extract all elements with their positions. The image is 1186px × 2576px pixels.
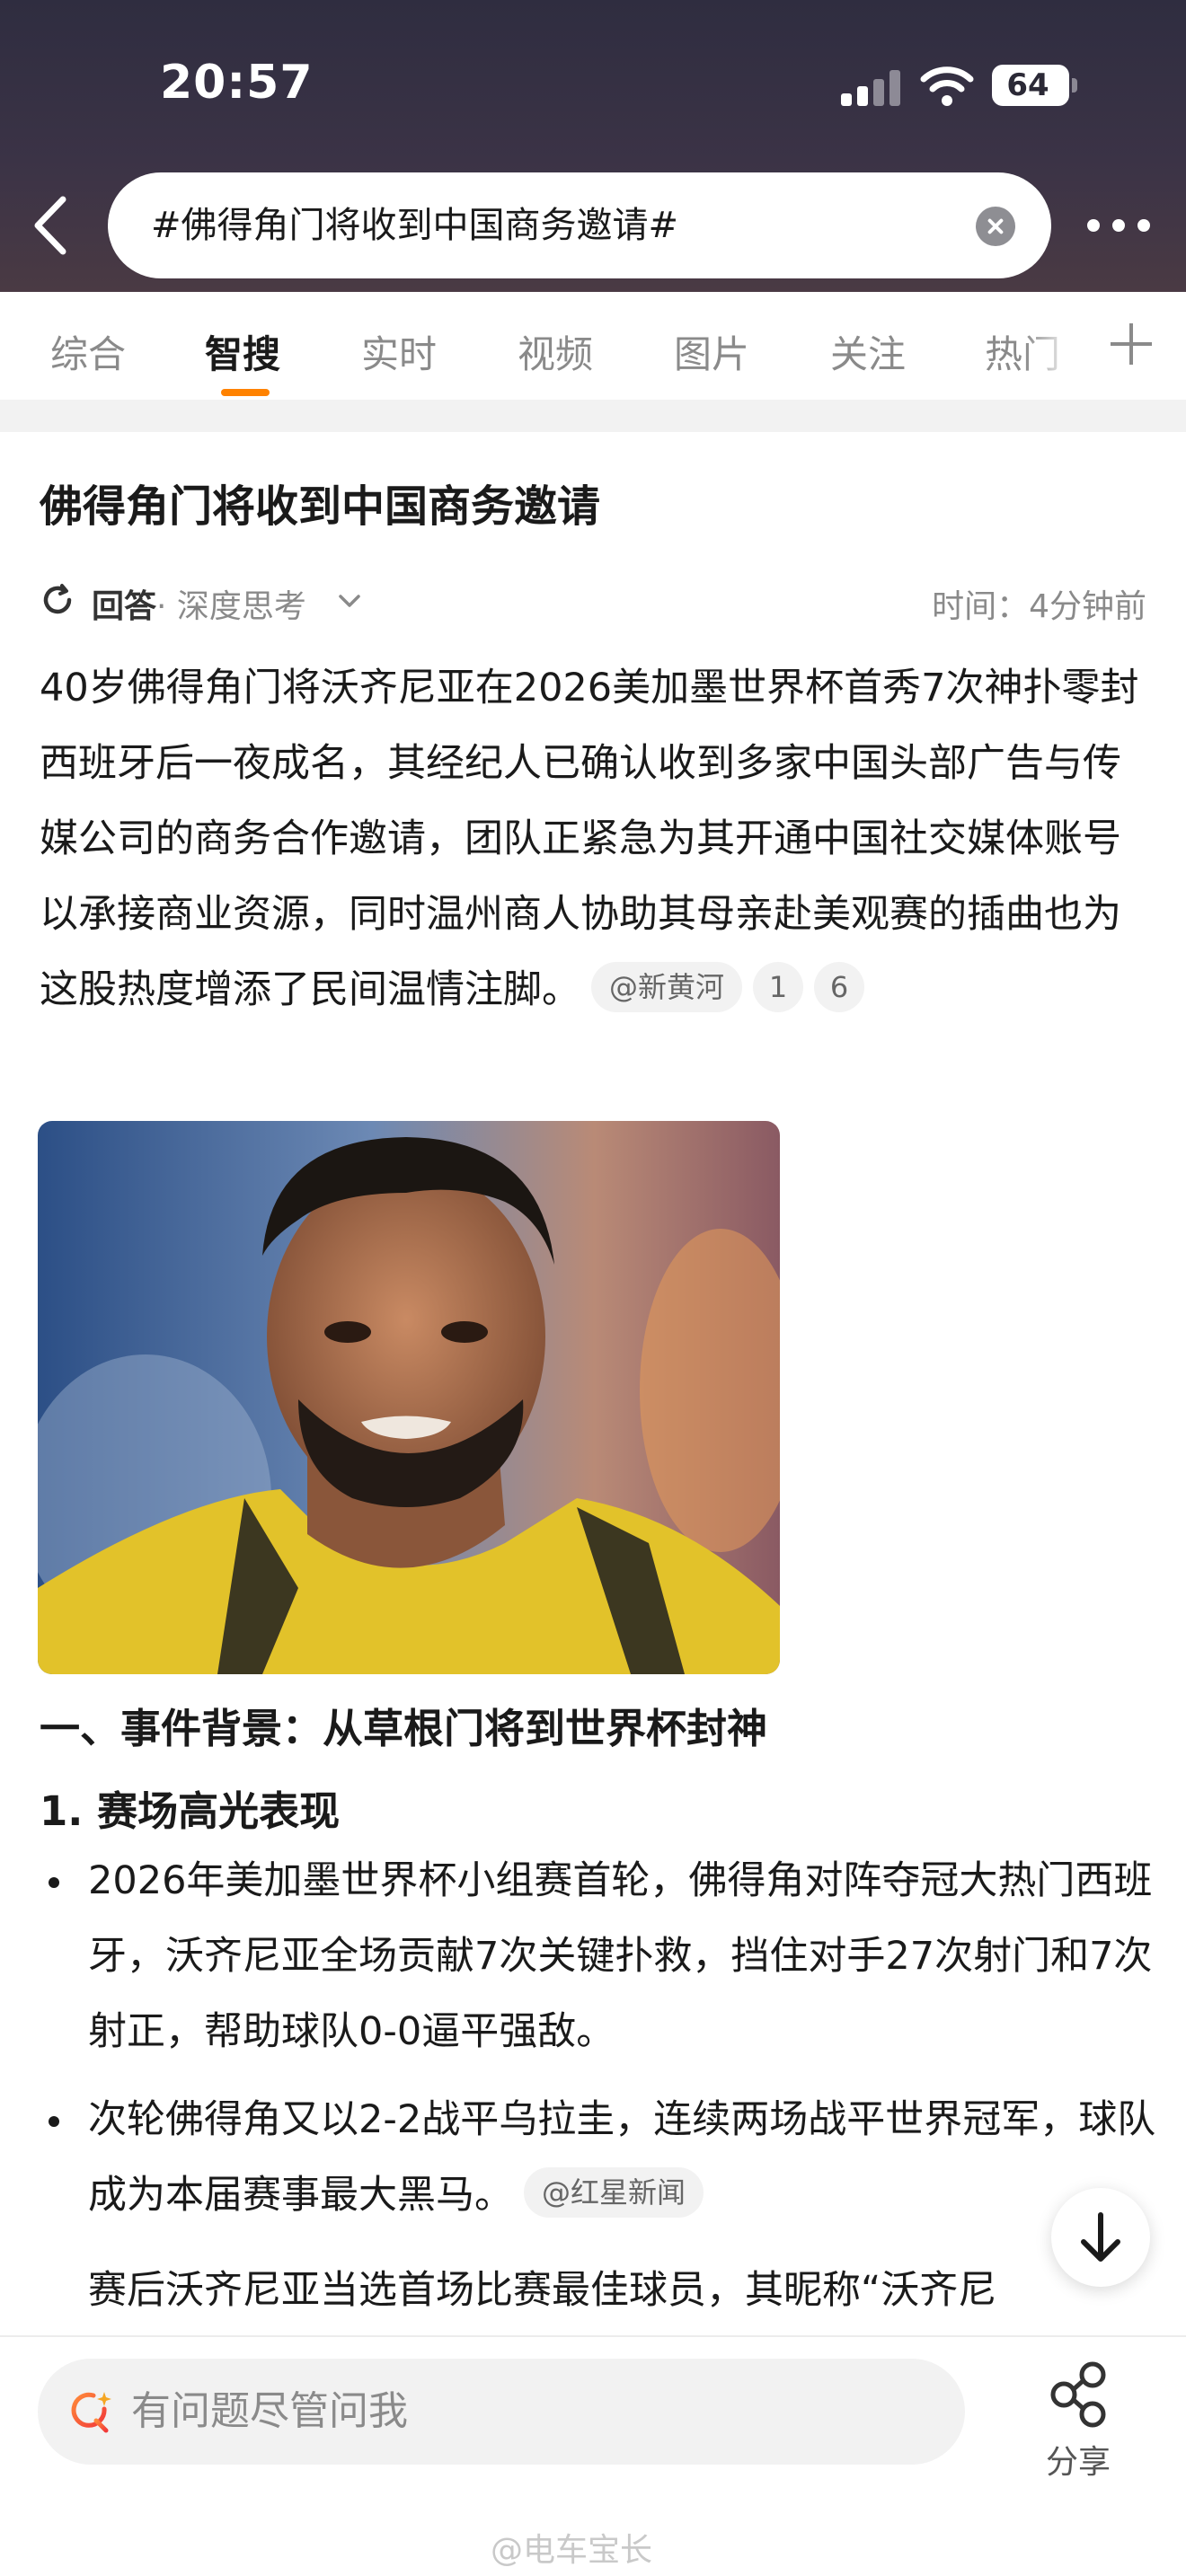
list-item-text: 2026年美加墨世界杯小组赛首轮，佛得角对阵夺冠大热门西班牙，沃齐尼亚全场贡献7…	[88, 1858, 1153, 2054]
section-heading: 一、事件背景：从草根门将到世界杯封神	[40, 1705, 768, 1752]
time-label: 时间：4分钟前	[932, 588, 1146, 625]
answer-meta-row: 回答 · 深度思考 时间：4分钟前	[40, 575, 1146, 629]
goalkeeper-photo[interactable]	[38, 1121, 780, 1674]
intro-paragraph: 40岁佛得角门将沃齐尼亚在2026美加墨世界杯首秀7次神扑零封西班牙后一夜成名，…	[40, 650, 1154, 1028]
scroll-down-button[interactable]	[1051, 2188, 1150, 2287]
share-label: 分享	[1045, 2444, 1111, 2481]
tab-images[interactable]: 图片	[674, 324, 749, 379]
ask-input[interactable]: 有问题尽管问我	[38, 2359, 965, 2465]
share-button[interactable]: 分享	[1033, 2359, 1123, 2484]
add-tab-icon[interactable]	[1111, 323, 1152, 365]
active-tab-indicator	[221, 389, 270, 396]
section-divider	[0, 400, 1186, 432]
status-time: 20:57	[160, 56, 314, 110]
tab-following[interactable]: 关注	[830, 324, 906, 379]
chevron-down-icon[interactable]	[336, 587, 363, 614]
reference-chip[interactable]: 6	[814, 962, 865, 1012]
ask-placeholder: 有问题尽管问我	[131, 2388, 408, 2434]
article-title: 佛得角门将收到中国商务邀请	[40, 481, 601, 532]
list-item: 2026年美加墨世界杯小组赛首轮，佛得角对阵夺冠大热门西班牙，沃齐尼亚全场贡献7…	[49, 1843, 1157, 2069]
share-icon	[1050, 2361, 1106, 2428]
watermark-text: @电车宝长	[491, 2532, 653, 2569]
back-arrow-icon[interactable]	[27, 194, 77, 257]
source-chip[interactable]: @新黄河	[591, 962, 743, 1012]
battery-indicator: 64	[992, 65, 1077, 106]
tab-fade	[1024, 310, 1078, 382]
subsection-heading: 1. 赛场高光表现	[40, 1787, 341, 1835]
clear-search-icon[interactable]	[976, 207, 1015, 246]
tab-comprehensive[interactable]: 综合	[50, 324, 126, 379]
list-item: 次轮佛得角又以2-2战平乌拉圭，连续两场战平世界冠军，球队成为本届赛事最大黑马。…	[49, 2082, 1157, 2233]
category-tabs: 综合 智搜 实时 视频 图片 关注 热门	[0, 292, 1186, 400]
deep-thinking-toggle[interactable]: · 深度思考	[156, 580, 306, 627]
intro-text: 40岁佛得角门将沃齐尼亚在2026美加墨世界杯首秀7次神扑零封西班牙后一夜成名，…	[40, 666, 1139, 1012]
ai-search-icon	[71, 2392, 111, 2433]
tab-realtime[interactable]: 实时	[361, 324, 437, 379]
cellular-signal-icon	[841, 70, 900, 106]
search-bar[interactable]: #佛得角门将收到中国商务邀请#	[108, 172, 1051, 278]
reference-chip[interactable]: 1	[753, 962, 804, 1012]
tab-smart-search[interactable]: 智搜	[205, 324, 280, 379]
wifi-icon	[920, 66, 974, 106]
list-item-text: 赛后沃齐尼亚当选首场比赛最佳球员，其昵称“沃齐尼	[88, 2268, 997, 2313]
source-chip[interactable]: @红星新闻	[524, 2167, 704, 2218]
list-item: 赛后沃齐尼亚当选首场比赛最佳球员，其昵称“沃齐尼	[88, 2253, 1157, 2328]
search-query[interactable]: #佛得角门将收到中国商务邀请#	[151, 172, 678, 278]
arrow-down-icon	[1081, 2212, 1120, 2262]
more-options-icon[interactable]	[1087, 212, 1150, 239]
answer-label: 回答	[92, 588, 157, 625]
tab-video[interactable]: 视频	[518, 324, 593, 379]
top-header: 20:57 64 #佛得角门将收到中国商务邀请#	[0, 0, 1186, 292]
refresh-icon	[43, 584, 72, 614]
